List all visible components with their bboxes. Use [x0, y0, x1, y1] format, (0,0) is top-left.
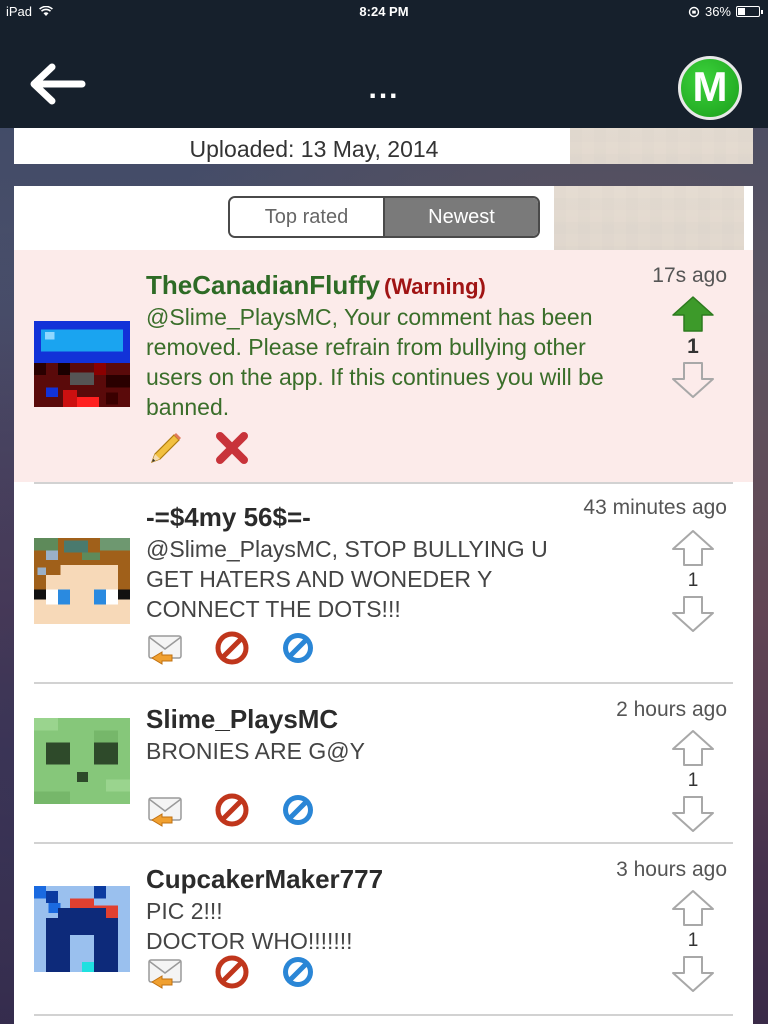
- reply-envelope-icon[interactable]: [146, 792, 186, 828]
- vote-count: 1: [687, 335, 699, 358]
- block-icon[interactable]: [212, 630, 252, 666]
- vote-count: 1: [687, 570, 699, 591]
- comment-item: TheCanadianFluffy (Warning) @Slime_PlaysM…: [14, 250, 753, 482]
- comment-actions: [146, 792, 318, 828]
- edit-pencil-icon[interactable]: [146, 430, 186, 466]
- avatar: [34, 321, 130, 407]
- delete-x-icon[interactable]: [212, 430, 252, 466]
- upload-date: Uploaded: 13 May, 2014: [189, 136, 439, 162]
- block-icon[interactable]: [212, 792, 252, 828]
- report-icon[interactable]: [278, 954, 318, 990]
- comment-username[interactable]: TheCanadianFluffy (Warning): [146, 270, 486, 301]
- comment-username[interactable]: -=$4my 56$=-: [146, 502, 311, 533]
- comment-text: BRONIES ARE G@Y: [146, 738, 365, 764]
- battery-icon: [736, 6, 763, 17]
- comment-time: 43 minutes ago: [583, 496, 727, 519]
- nav-title: ...: [368, 72, 400, 105]
- comment-actions: [146, 430, 252, 466]
- report-icon[interactable]: [278, 630, 318, 666]
- tab-newest[interactable]: Newest: [385, 198, 538, 236]
- tab-top-rated[interactable]: Top rated: [230, 198, 385, 236]
- comment-item: -=$4my 56$=- @Slime_PlaysMC, STOP BULLYI…: [14, 482, 753, 684]
- upload-info: Uploaded: 13 May, 2014: [14, 128, 753, 164]
- downvote-arrow-icon[interactable]: [669, 954, 717, 994]
- comment-text: @Slime_PlaysMC, Your comment has been re…: [146, 304, 604, 420]
- upvote-arrow-icon[interactable]: [669, 888, 717, 928]
- divider: [34, 1014, 733, 1016]
- downvote-arrow-icon[interactable]: [669, 794, 717, 834]
- nav-bar: ... M: [0, 22, 768, 128]
- comment-time: 3 hours ago: [616, 858, 727, 881]
- avatar: [34, 538, 130, 624]
- reply-envelope-icon[interactable]: [146, 630, 186, 666]
- comment-item: CupcakerMaker777 PIC 2!!! DOCTOR WHO!!!!…: [14, 844, 753, 1016]
- comment-text: @Slime_PlaysMC, STOP BULLYING U GET HATE…: [146, 536, 548, 622]
- orientation-lock-icon: [688, 6, 700, 17]
- comment-item: Slime_PlaysMC BRONIES ARE G@Y 2 hours ag…: [14, 684, 753, 844]
- vote-count: 1: [687, 930, 699, 951]
- comment-text-line: DOCTOR WHO!!!!!!!: [146, 928, 353, 954]
- vote-count: 1: [687, 770, 699, 791]
- comments-panel: Top rated Newest TheCanadianFluffy (Warni…: [14, 186, 753, 1024]
- vote-control: 1: [668, 888, 718, 994]
- app-logo-button[interactable]: M: [678, 56, 742, 120]
- comment-time: 2 hours ago: [616, 698, 727, 721]
- downvote-arrow-icon[interactable]: [669, 360, 717, 400]
- comment-actions: [146, 630, 318, 666]
- block-icon[interactable]: [212, 954, 252, 990]
- downvote-arrow-icon[interactable]: [669, 594, 717, 634]
- report-icon[interactable]: [278, 792, 318, 828]
- warning-tag: (Warning): [384, 274, 486, 299]
- comment-actions: [146, 954, 318, 990]
- vote-control: 1: [668, 294, 718, 400]
- divider: [34, 482, 733, 484]
- status-bar: iPad 8:24 PM 36%: [0, 0, 768, 22]
- battery-percent: 36%: [704, 4, 731, 19]
- comment-username[interactable]: Slime_PlaysMC: [146, 704, 338, 735]
- username-text: TheCanadianFluffy: [146, 270, 381, 300]
- upvote-arrow-icon[interactable]: [669, 528, 717, 568]
- comment-time: 17s ago: [652, 264, 727, 287]
- avatar: [34, 886, 130, 972]
- upvote-arrow-icon[interactable]: [669, 294, 717, 334]
- comment-username[interactable]: CupcakerMaker777: [146, 864, 383, 895]
- upvote-arrow-icon[interactable]: [669, 728, 717, 768]
- status-right: 36%: [688, 4, 763, 19]
- vote-control: 1: [668, 728, 718, 834]
- comment-text: PIC 2!!! DOCTOR WHO!!!!!!!: [146, 896, 606, 956]
- sort-segmented-control: Top rated Newest: [228, 196, 540, 238]
- avatar: [34, 718, 130, 804]
- vote-control: 1: [668, 528, 718, 634]
- reply-envelope-icon[interactable]: [146, 954, 186, 990]
- status-time: 8:24 PM: [359, 4, 409, 19]
- comment-text-line: PIC 2!!!: [146, 898, 223, 924]
